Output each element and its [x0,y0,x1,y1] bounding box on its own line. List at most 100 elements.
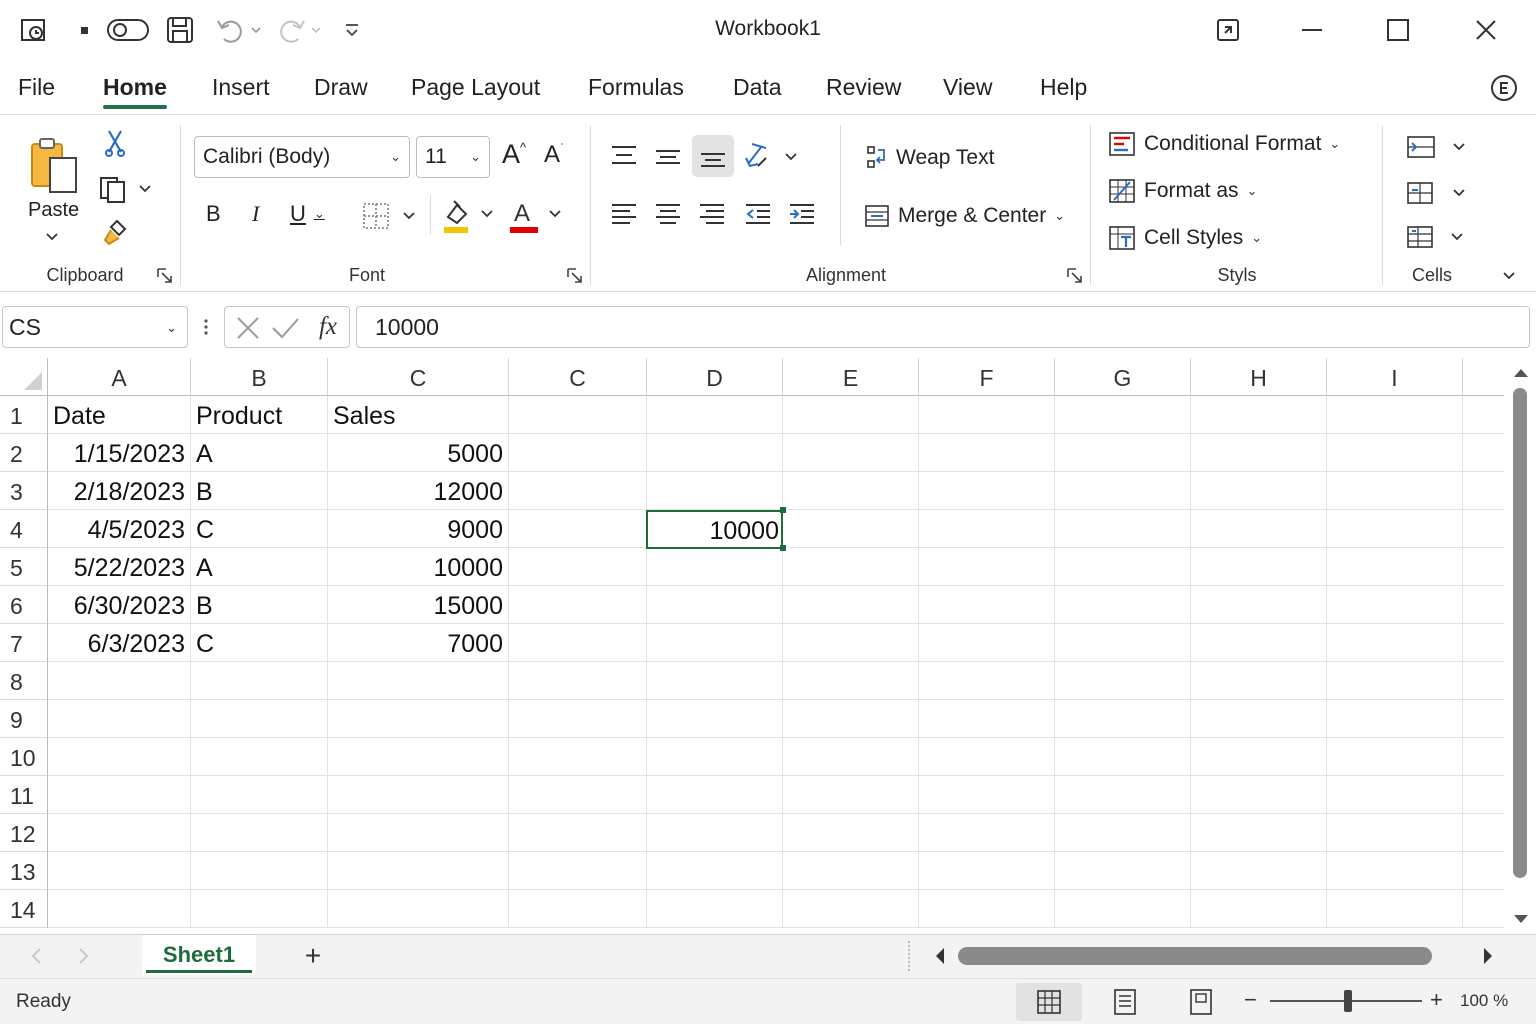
grid-cell[interactable] [919,700,1055,738]
grid-cell[interactable] [1191,738,1327,776]
cell-a7[interactable]: 6/3/2023 [48,624,191,662]
grid-cell[interactable] [647,776,783,814]
horizontal-scroll-thumb[interactable] [958,947,1432,965]
chevron-down-icon[interactable]: ⌄ [166,320,177,336]
page-break-view-button[interactable] [1168,983,1234,1021]
row-header-5[interactable]: 5 [0,548,48,586]
grid-cell[interactable] [1055,396,1191,434]
grid-cell[interactable] [783,472,919,510]
column-header-c[interactable]: C [328,358,509,396]
minimize-icon[interactable] [1292,12,1332,48]
grid-cell[interactable] [1327,434,1463,472]
fill-handle[interactable] [780,545,786,551]
grid-cell[interactable] [1327,548,1463,586]
zoom-in-button[interactable]: + [1430,987,1443,1013]
grid-cell[interactable] [1055,738,1191,776]
row-header-9[interactable]: 9 [0,700,48,738]
orientation-button[interactable] [740,135,802,177]
grid-cell[interactable] [509,586,647,624]
grid-cell[interactable] [1463,814,1504,852]
scroll-right-icon[interactable] [1478,945,1498,967]
tab-review[interactable]: Review [826,74,901,101]
conditional-format-button[interactable]: Conditional Format ⌄ [1108,131,1340,157]
grid-cell[interactable] [783,662,919,700]
cell-b7[interactable]: C [191,624,328,662]
more-options-icon[interactable] [198,316,214,338]
grid-cell[interactable] [783,396,919,434]
paste-icon[interactable] [24,131,84,201]
cell-c4[interactable]: 9000 [328,510,509,548]
grid-cell[interactable] [1055,700,1191,738]
grid-cell[interactable] [191,700,328,738]
cut-icon[interactable] [100,127,130,159]
grid-cell[interactable] [783,852,919,890]
grid-cell[interactable] [509,890,647,928]
grid-cell[interactable] [328,662,509,700]
column-header-h[interactable]: H [1191,358,1327,396]
grid-cell[interactable] [1055,890,1191,928]
grid-cell[interactable] [647,700,783,738]
italic-button[interactable]: I [252,201,259,227]
name-box[interactable]: CS ⌄ [2,306,188,348]
grid-cell[interactable] [919,510,1055,548]
grid-cell[interactable] [783,586,919,624]
cell-a4[interactable]: 4/5/2023 [48,510,191,548]
align-left-icon[interactable] [604,195,644,235]
grid-cell[interactable] [1191,776,1327,814]
grid-cell[interactable] [1191,396,1327,434]
grid-cell[interactable] [328,700,509,738]
grid-cell[interactable] [783,624,919,662]
grid-cell[interactable] [919,624,1055,662]
underline-button[interactable]: U ⌄ [290,201,325,227]
grid-cell[interactable] [509,548,647,586]
align-center-icon[interactable] [648,195,688,235]
grid-cell[interactable] [191,738,328,776]
alignment-launcher-icon[interactable] [1066,267,1084,285]
cancel-icon[interactable] [233,313,263,343]
grid-cell[interactable] [1055,776,1191,814]
grid-cell[interactable] [783,548,919,586]
grid-cell[interactable] [1055,624,1191,662]
grid-cell[interactable] [647,852,783,890]
maximize-icon[interactable] [1378,12,1418,48]
row-header-11[interactable]: 11 [0,776,48,814]
column-header-e[interactable]: E [783,358,919,396]
grid-cell[interactable] [1055,586,1191,624]
grid-cell[interactable] [328,776,509,814]
decrease-font-size-button[interactable]: Aˈ [544,141,564,169]
cell-b5[interactable]: A [191,548,328,586]
format-cells-button[interactable] [1404,221,1474,253]
grid-cell[interactable] [509,852,647,890]
grid-cell[interactable] [647,738,783,776]
grid-cell[interactable] [1191,814,1327,852]
grid-cell[interactable] [1191,852,1327,890]
column-header-a[interactable]: A [48,358,191,396]
format-painter-icon[interactable] [100,217,130,249]
scroll-down-icon[interactable] [1512,912,1530,926]
cell-a6[interactable]: 6/30/2023 [48,586,191,624]
row-header-14[interactable]: 14 [0,890,48,928]
cell-b6[interactable]: B [191,586,328,624]
grid-cell[interactable] [783,738,919,776]
grid-cell[interactable] [647,586,783,624]
column-header-c2[interactable]: C [509,358,647,396]
close-icon[interactable] [1466,12,1506,48]
borders-button[interactable] [360,201,420,231]
column-header-i[interactable]: I [1327,358,1463,396]
grid-cell[interactable] [1463,624,1504,662]
grid-cell[interactable] [1463,700,1504,738]
grid-cell[interactable] [919,738,1055,776]
sheet-tab-sheet1[interactable]: Sheet1 [142,935,256,975]
selected-cell[interactable]: 10000 [646,510,783,549]
cell-a1[interactable]: Date [48,396,191,434]
grid-cell[interactable] [1055,548,1191,586]
grid-cell[interactable] [1327,814,1463,852]
grid-cell[interactable] [783,510,919,548]
tab-formulas[interactable]: Formulas [588,74,684,101]
font-launcher-icon[interactable] [566,267,584,285]
tab-view[interactable]: View [943,74,992,101]
tab-page-layout[interactable]: Page Layout [411,74,540,101]
tab-data[interactable]: Data [733,74,782,101]
tab-insert[interactable]: Insert [212,74,270,101]
paste-dropdown-icon[interactable] [42,227,62,247]
